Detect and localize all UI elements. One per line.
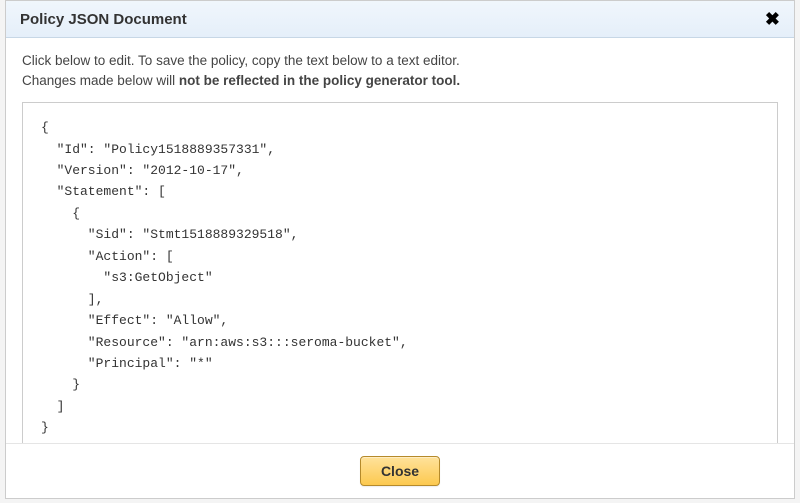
modal-header: Policy JSON Document ✖: [6, 1, 794, 38]
modal-body[interactable]: Click below to edit. To save the policy,…: [6, 38, 794, 443]
close-icon[interactable]: ✖: [765, 10, 780, 28]
modal-title: Policy JSON Document: [20, 11, 187, 28]
instructions-line2-prefix: Changes made below will: [22, 73, 179, 88]
modal-footer: Close: [6, 443, 794, 498]
instructions-line1: Click below to edit. To save the policy,…: [22, 53, 460, 68]
edit-instructions: Click below to edit. To save the policy,…: [22, 51, 778, 90]
policy-json-modal: Policy JSON Document ✖ Click below to ed…: [5, 0, 795, 499]
instructions-line2-bold: not be reflected in the policy generator…: [179, 73, 460, 88]
policy-json-textarea[interactable]: { "Id": "Policy1518889357331", "Version"…: [22, 102, 778, 443]
close-button[interactable]: Close: [360, 456, 440, 486]
